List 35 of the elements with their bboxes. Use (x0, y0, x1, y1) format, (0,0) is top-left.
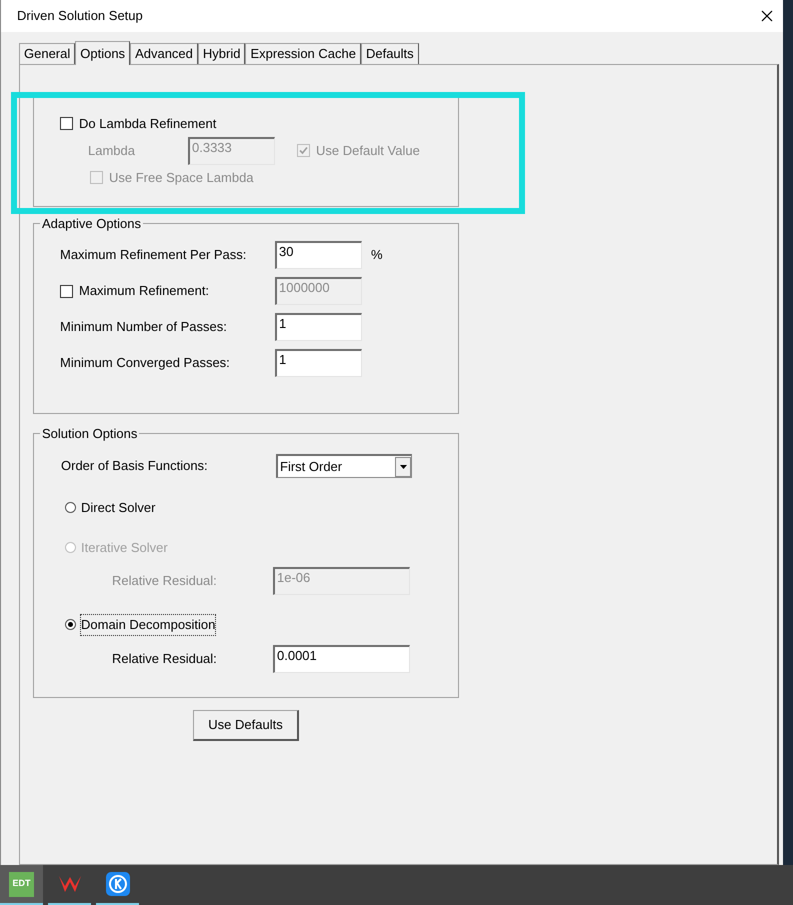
field-label: Lambda (87, 142, 136, 160)
input-field[interactable]: 1 (275, 313, 362, 341)
checkbox-label: Use Default Value (316, 142, 420, 160)
tab[interactable]: General (19, 43, 76, 64)
field-label: Minimum Number of Passes: (60, 318, 227, 336)
field-label: Order of Basis Functions: (61, 457, 209, 476)
tab[interactable]: Defaults (360, 43, 419, 64)
input-field[interactable]: 1 (275, 349, 362, 377)
tab[interactable]: Expression Cache (245, 43, 361, 64)
checkbox[interactable] (60, 117, 73, 130)
tab[interactable]: Advanced (130, 43, 198, 64)
app-icon (58, 874, 82, 894)
field-label: Minimum Converged Passes: (60, 354, 230, 372)
input-field[interactable]: 0.0001 (273, 644, 410, 672)
field-label: Maximum Refinement Per Pass: (60, 246, 246, 264)
tab[interactable]: Hybrid (198, 43, 246, 64)
dropdown[interactable]: First Order (276, 454, 412, 478)
checkbox-label: Do Lambda Refinement (79, 115, 216, 133)
close-icon[interactable] (761, 10, 773, 22)
field-label: Maximum Refinement: (79, 282, 210, 300)
unit-label: % (371, 246, 383, 264)
field-label: Relative Residual: (111, 572, 218, 590)
app-icon (106, 872, 130, 896)
radio-label: Iterative Solver (81, 538, 168, 556)
app-icon: EDT (9, 872, 34, 896)
use-defaults-button[interactable]: Use Defaults (193, 710, 299, 741)
window-title: Driven Solution Setup (17, 7, 143, 26)
radio-label: Domain Decomposition (81, 615, 216, 634)
radio-label: Direct Solver (81, 499, 156, 517)
radio-button[interactable] (65, 502, 76, 514)
radio-button[interactable] (65, 619, 76, 630)
tab[interactable]: Options (75, 41, 130, 65)
checkbox-label: Use Free Space Lambda (109, 168, 254, 187)
input-field[interactable]: 30 (275, 241, 362, 269)
field-label: Relative Residual: (111, 650, 218, 668)
